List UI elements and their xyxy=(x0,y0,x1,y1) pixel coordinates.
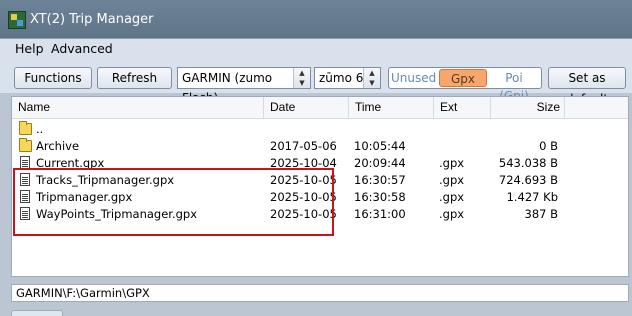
device-select[interactable]: GARMIN (zumo Flash) ▲▼ xyxy=(177,67,311,105)
menu-help[interactable]: Help xyxy=(15,41,44,56)
column-name[interactable]: Name xyxy=(12,97,264,118)
file-icon xyxy=(20,156,30,169)
column-date[interactable]: Date xyxy=(264,97,349,118)
folder-icon xyxy=(19,138,32,152)
file-list: Name Date Time Ext Size .. Archive 2017-… xyxy=(11,96,629,277)
app-icon xyxy=(8,11,26,29)
column-time[interactable]: Time xyxy=(349,97,434,118)
folder-icon xyxy=(19,121,32,135)
menu-advanced[interactable]: Advanced xyxy=(51,41,113,56)
list-item[interactable]: Tripmanager.gpx 2025-10-05 16:30:58 .gpx… xyxy=(12,189,628,206)
filter-gpx[interactable]: Gpx xyxy=(439,69,487,87)
file-icon xyxy=(20,190,30,203)
model-select[interactable]: zūmo 660 ▲ ▼ xyxy=(314,67,381,89)
trip-manager-window: XT(2) Trip Manager Help Advanced Functio… xyxy=(0,0,632,316)
title-bar: XT(2) Trip Manager xyxy=(0,0,632,38)
filter-poi[interactable]: Poi (Gpi) xyxy=(489,69,539,103)
refresh-button[interactable]: Refresh xyxy=(97,67,172,89)
file-type-filter: Unused Gpx Poi (Gpi) xyxy=(388,67,542,103)
menu-bar: Help Advanced xyxy=(0,38,632,59)
stepper-icon[interactable]: ▲ ▼ xyxy=(293,68,310,88)
file-icon xyxy=(20,173,30,186)
list-item[interactable]: Archive 2017-05-06 10:05:44 0 B xyxy=(12,138,628,155)
list-item[interactable]: Current.gpx 2025-10-04 20:09:44 .gpx 543… xyxy=(12,155,628,172)
list-item[interactable]: Tracks_Tripmanager.gpx 2025-10-05 16:30:… xyxy=(12,172,628,189)
list-header: Name Date Time Ext Size xyxy=(12,97,628,119)
toolbar: Functions Refresh GARMIN (zumo Flash) ▲▼… xyxy=(0,59,632,106)
window-title: XT(2) Trip Manager xyxy=(30,12,154,27)
functions-button[interactable]: Functions xyxy=(14,67,92,89)
list-item[interactable]: WayPoints_Tripmanager.gpx 2025-10-05 16:… xyxy=(12,206,628,223)
column-size[interactable]: Size xyxy=(491,97,565,118)
column-ext[interactable]: Ext xyxy=(434,97,491,118)
bottom-tab[interactable] xyxy=(11,310,63,316)
stepper-icon[interactable]: ▲ ▼ xyxy=(363,68,380,88)
set-default-button[interactable]: Set as default xyxy=(548,67,626,106)
filter-unused[interactable]: Unused xyxy=(391,69,436,87)
list-item[interactable]: .. xyxy=(12,121,628,138)
file-icon xyxy=(20,207,30,220)
path-field[interactable]: GARMIN\F:\Garmin\GPX xyxy=(11,284,629,302)
